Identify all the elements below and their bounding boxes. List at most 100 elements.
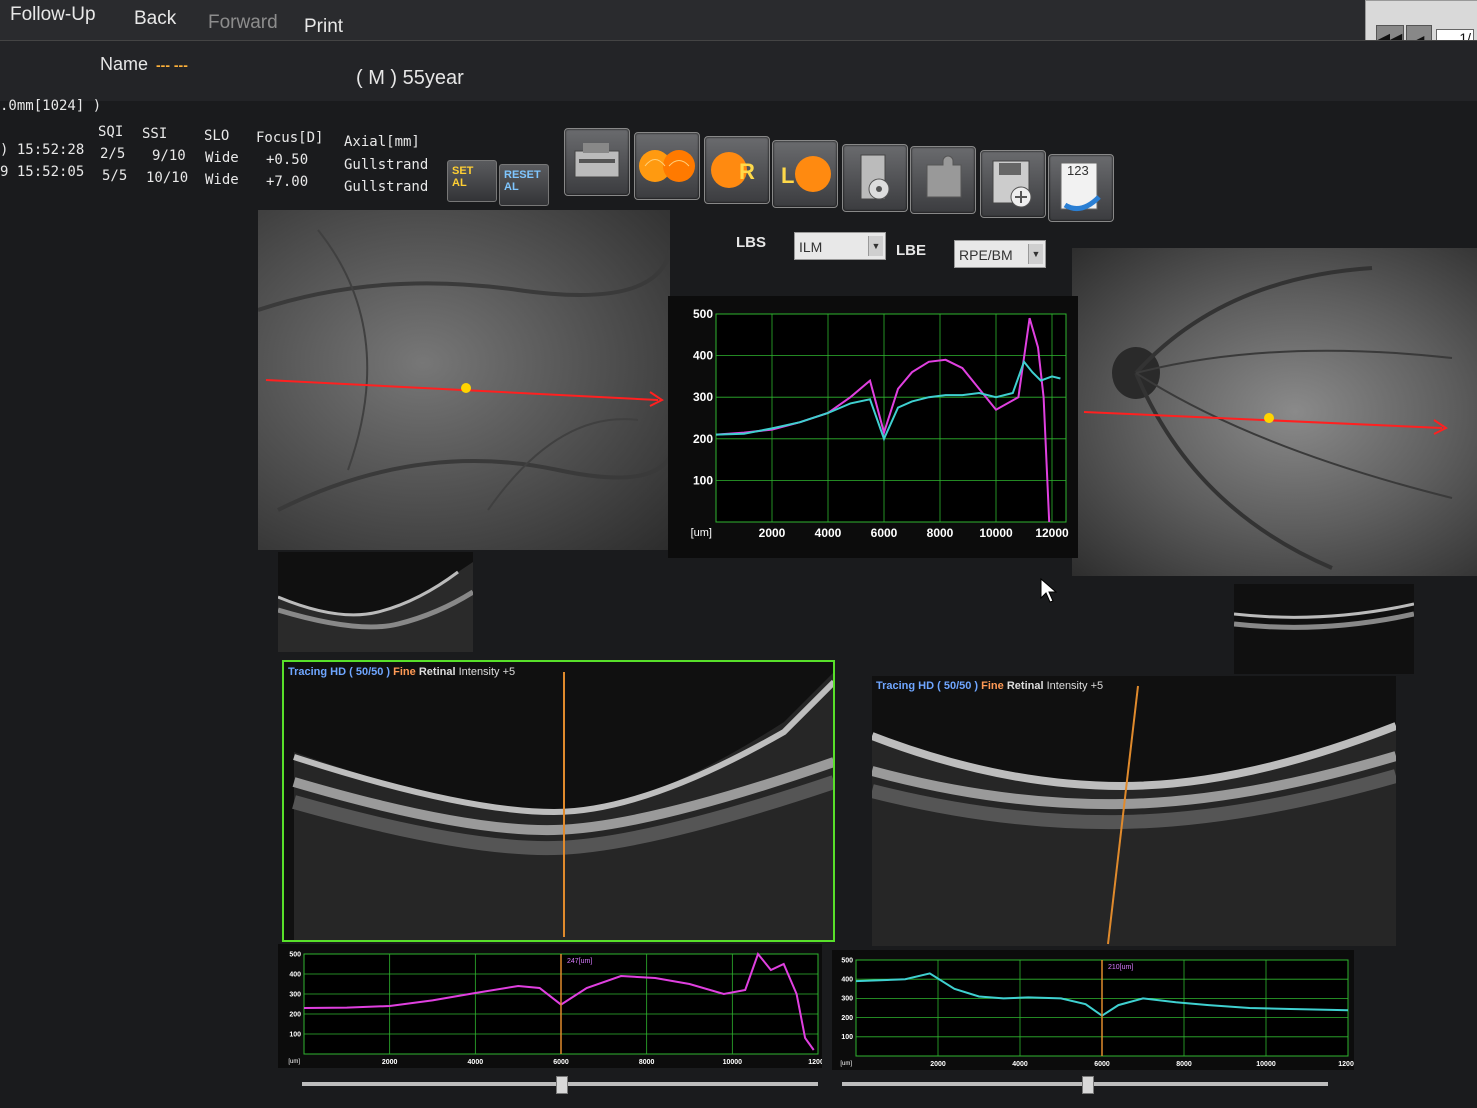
set-al-button[interactable]: SET AL: [447, 160, 497, 202]
save-icon: [992, 160, 1032, 208]
y-tick-label: 300: [693, 390, 713, 404]
oct-right-mode: Tracing HD ( 50/50 ): [876, 680, 979, 692]
oct-left-retinal: Retinal: [418, 666, 456, 678]
scan-slider-left-thumb[interactable]: [556, 1076, 568, 1094]
x-tick-label: 8000: [1176, 1061, 1192, 1068]
row2-focus: +7.00: [266, 174, 309, 190]
y-tick-label: 400: [841, 977, 853, 984]
oct-bscan-left[interactable]: Tracing HD ( 50/50 ) Fine Retinal Intens…: [282, 660, 835, 942]
left-eye-label: L: [781, 163, 795, 188]
y-tick-label: 200: [693, 432, 713, 446]
scan-header: .0mm[1024] ): [0, 98, 102, 114]
reset-al-button[interactable]: RESET AL: [499, 164, 549, 206]
row1-sqi: 2/5: [100, 146, 126, 162]
oct-right-label: Tracing HD ( 50/50 ) Fine Retinal Intens…: [876, 680, 1103, 692]
x-tick-label: 4000: [815, 526, 842, 540]
scan-marker[interactable]: [461, 383, 471, 393]
y-tick-label: 500: [841, 957, 853, 964]
oct-left-label: Tracing HD ( 50/50 ) Fine Retinal Intens…: [288, 666, 515, 678]
puzzle-button[interactable]: [910, 146, 976, 214]
lbe-value: RPE/BM: [959, 247, 1013, 263]
oct-bscan-right-image: [872, 685, 1396, 946]
lbe-select[interactable]: RPE/BM ▼: [954, 240, 1046, 268]
fundus-image-left[interactable]: [258, 210, 670, 550]
chevron-down-icon[interactable]: ▼: [868, 236, 883, 256]
y-tick-label: 300: [841, 996, 853, 1003]
save-button[interactable]: [980, 150, 1046, 218]
left-eye-button[interactable]: L: [772, 140, 838, 208]
x-unit-label: [um]: [288, 1059, 300, 1065]
x-tick-label: 10000: [979, 526, 1013, 540]
plot-area: [715, 313, 1067, 523]
y-tick-label: 300: [289, 991, 301, 998]
row1-axial: Gullstrand: [344, 157, 429, 173]
print-button[interactable]: Print: [304, 16, 343, 38]
disc-drive-button[interactable]: [842, 144, 908, 212]
lbs-select[interactable]: ILM ▼: [794, 232, 886, 260]
oct-bscan-right[interactable]: Tracing HD ( 50/50 ) Fine Retinal Intens…: [872, 676, 1396, 946]
row2-time[interactable]: 9 15:52:05: [0, 164, 84, 180]
row1-time[interactable]: ) 15:52:28: [0, 142, 84, 158]
y-tick-label: 400: [289, 971, 301, 978]
forward-button[interactable]: Forward: [208, 12, 278, 34]
oct-left-fine: Fine: [393, 666, 416, 678]
x-tick-label: 8000: [639, 1059, 655, 1066]
x-tick-label: 2000: [930, 1061, 946, 1068]
col-ssi: SSI: [142, 126, 168, 142]
right-eye-button[interactable]: R: [704, 136, 770, 204]
profile-chart-right-svg: 2000 4000 6000 8000 10000 12000 100 200 300 400 50…: [840, 957, 1358, 1068]
x-tick-label: 8000: [927, 526, 954, 540]
row1-focus: +0.50: [266, 152, 309, 168]
name-value: --- ---: [156, 57, 188, 73]
oct-left-intensity: Intensity +5: [458, 666, 516, 678]
x-tick-label: 6000: [553, 1059, 569, 1066]
row2-ssi: 10/10: [146, 170, 189, 186]
chevron-down-icon[interactable]: ▼: [1028, 244, 1043, 264]
set-al-label: SET AL: [452, 165, 474, 189]
scanner-button[interactable]: [564, 128, 630, 196]
profile-chart-right: 2000 4000 6000 8000 10000 12000 100 200 300 400 50…: [832, 950, 1358, 1070]
col-slo: SLO: [204, 128, 230, 144]
counter-label: 123: [1067, 163, 1089, 178]
name-label: Name: [100, 54, 149, 74]
y-tick-label: 500: [693, 307, 713, 321]
both-eyes-icon: [639, 150, 695, 182]
y-tick-label: 400: [693, 349, 713, 363]
profile-chart-left-svg: 2000 4000 6000 8000 10000 12000 100 200 300 400 50…: [288, 951, 828, 1066]
back-button[interactable]: Back: [134, 8, 176, 30]
mouse-pointer-icon: [1040, 578, 1058, 603]
right-eye-icon: [711, 152, 747, 188]
oct-right-intensity: Intensity +5: [1046, 680, 1104, 692]
row1-ssi: 9/10: [152, 148, 186, 164]
oct-right-fine: Fine: [981, 680, 1004, 692]
patient-bar: Name --- --- ( M ) 55year: [0, 40, 1477, 101]
x-tick-label: 4000: [468, 1059, 484, 1066]
y-tick-label: 100: [841, 1034, 853, 1041]
x-tick-label: 12000: [808, 1059, 822, 1066]
bscan-thumbnail-right[interactable]: [1234, 584, 1414, 674]
scan-marker[interactable]: [1264, 413, 1274, 423]
fundus-image-right[interactable]: [1072, 248, 1477, 576]
scan-slider-right-thumb[interactable]: [1082, 1076, 1094, 1094]
col-focus: Focus[D]: [256, 130, 324, 146]
x-unit-label: [um]: [840, 1061, 852, 1067]
scan-line[interactable]: [1083, 411, 1443, 429]
row2-axial: Gullstrand: [344, 179, 429, 195]
cursor-value-label: 247[um]: [567, 958, 592, 965]
y-tick-label: 100: [289, 1031, 301, 1038]
profile-chart-left: 2000 4000 6000 8000 10000 12000 100 200 300 400 50…: [278, 944, 828, 1068]
y-tick-label: 200: [289, 1011, 301, 1018]
counter-button[interactable]: 123: [1048, 154, 1114, 222]
follow-up-menu[interactable]: Follow-Up: [10, 4, 96, 26]
bscan-thumbnail-left[interactable]: [278, 552, 473, 652]
y-tick-label: 500: [289, 951, 301, 958]
x-tick-label: 4000: [1012, 1061, 1028, 1068]
y-tick-label: 100: [693, 473, 713, 487]
row1-slo: Wide: [205, 150, 239, 166]
both-eyes-button[interactable]: [634, 132, 700, 200]
row2-slo: Wide: [205, 172, 239, 188]
x-unit-label: [um]: [691, 527, 712, 539]
puzzle-icon: [926, 155, 962, 198]
x-tick-label: 10000: [1256, 1061, 1276, 1068]
row2-sqi: 5/5: [102, 168, 128, 184]
